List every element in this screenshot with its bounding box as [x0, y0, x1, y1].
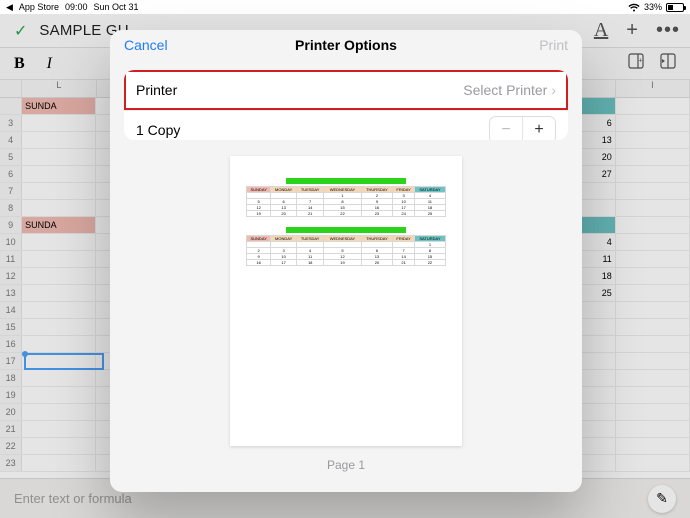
- stepper-increment-button[interactable]: +: [523, 117, 555, 140]
- copies-label: 1 Copy: [136, 122, 180, 138]
- copies-stepper[interactable]: − +: [489, 116, 556, 140]
- battery-icon: [666, 3, 684, 12]
- printer-value: Select Printer: [463, 82, 547, 98]
- modal-title: Printer Options: [110, 37, 582, 53]
- select-printer-row[interactable]: Printer Select Printer ›: [124, 70, 568, 110]
- stepper-decrement-button[interactable]: −: [490, 117, 522, 140]
- back-caret-icon[interactable]: ◀: [6, 2, 13, 13]
- printer-options-modal: Cancel Printer Options Print Printer Sel…: [110, 30, 582, 492]
- status-date: Sun Oct 31: [93, 2, 138, 12]
- status-bar: ◀ App Store 09:00 Sun Oct 31 33%: [0, 0, 690, 14]
- battery-pct: 33%: [644, 2, 662, 12]
- print-preview-page[interactable]: SUNDAYMONDAYTUESDAYWEDNESDAYTHURSDAYFRID…: [230, 156, 462, 446]
- back-app-label[interactable]: App Store: [19, 2, 59, 12]
- wifi-icon: [628, 3, 640, 12]
- print-button: Print: [539, 37, 568, 53]
- page-indicator: Page 1: [327, 458, 365, 472]
- copies-row: 1 Copy − +: [124, 110, 568, 140]
- print-settings-list: Printer Select Printer › 1 Copy − +: [124, 70, 568, 140]
- printer-label: Printer: [136, 82, 177, 98]
- print-preview-area[interactable]: SUNDAYMONDAYTUESDAYWEDNESDAYTHURSDAYFRID…: [110, 140, 582, 492]
- status-time: 09:00: [65, 2, 88, 12]
- cancel-button[interactable]: Cancel: [124, 37, 168, 53]
- chevron-right-icon: ›: [551, 82, 556, 98]
